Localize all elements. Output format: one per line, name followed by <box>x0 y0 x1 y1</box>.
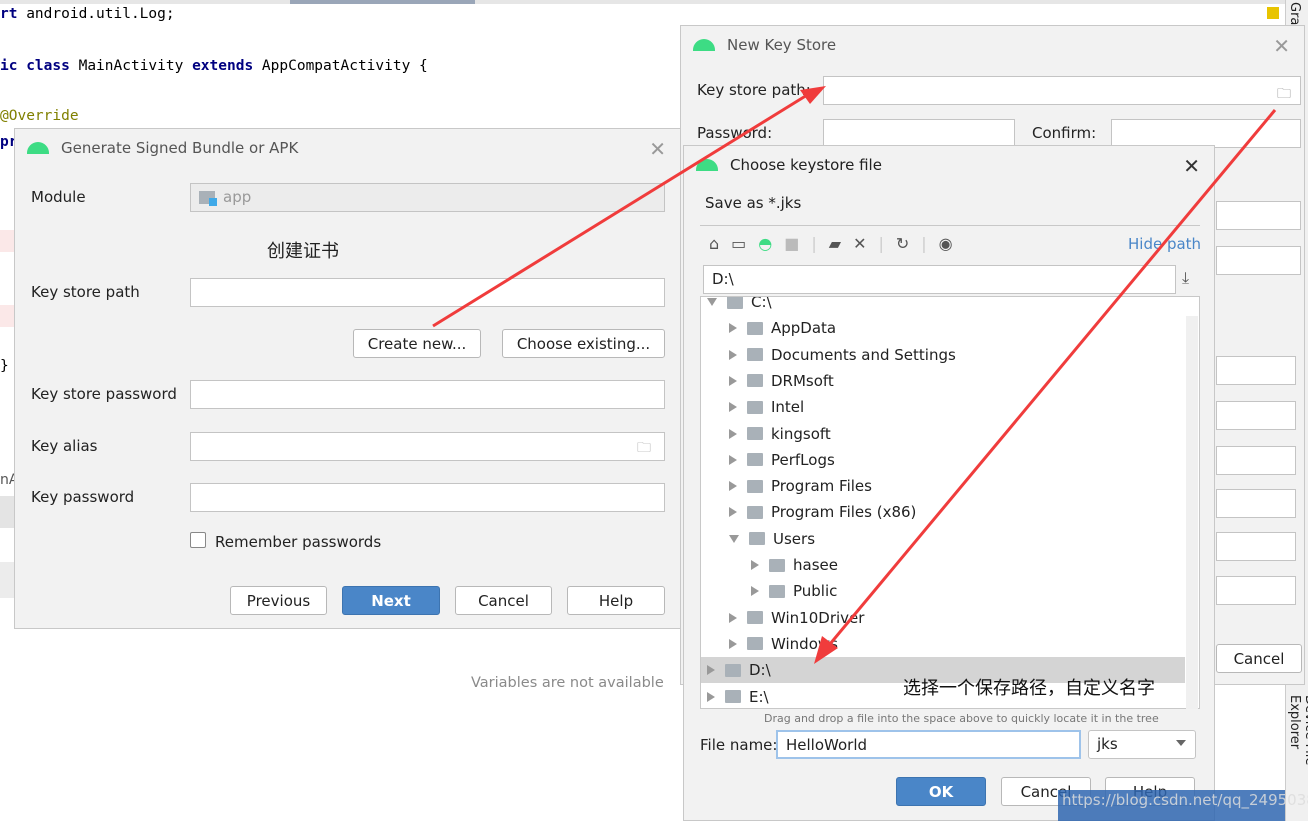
arrow-create-new <box>432 90 813 328</box>
arrowhead <box>800 86 826 104</box>
arrow-save-path <box>823 109 1277 651</box>
annotation-arrows <box>432 86 1277 664</box>
